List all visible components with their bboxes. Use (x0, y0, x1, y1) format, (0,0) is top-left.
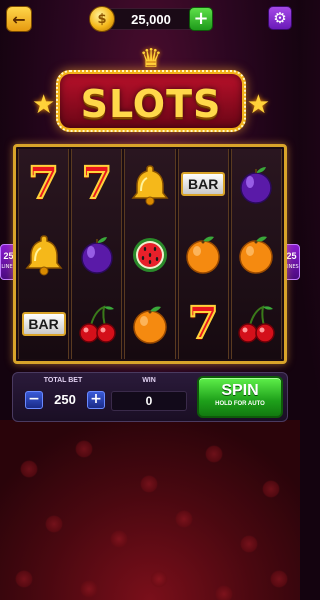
bar-symbol-label: BAR (181, 172, 226, 196)
seven-symbol: 7 (180, 300, 226, 348)
seven-symbol-label: 7 (80, 158, 113, 209)
star-icon: ★ (32, 90, 56, 120)
bell-icon (21, 230, 67, 278)
bar-symbol: BAR (21, 300, 67, 348)
coin-value: 25,000 (131, 12, 171, 27)
spin-button[interactable]: SPIN HOLD FOR AUTO (197, 376, 283, 418)
watermelon-icon (127, 230, 173, 278)
decrease-bet-button[interactable]: − (25, 391, 43, 409)
seven-symbol-label: 7 (187, 298, 220, 349)
reels-frame: 7 BAR 7 BAR 7 (13, 144, 287, 364)
increase-bet-button[interactable]: + (87, 391, 105, 409)
bet-value: 250 (54, 392, 76, 407)
orange-icon (127, 300, 173, 348)
orange-icon (233, 230, 279, 278)
reels-grid: 7 BAR 7 BAR 7 (18, 149, 283, 359)
orange-icon (180, 230, 226, 278)
control-panel: TOTAL BET − 250 + WIN 0 SPIN HOLD FOR AU… (12, 372, 288, 422)
plum-icon (233, 160, 279, 208)
seven-symbol-label: 7 (27, 158, 60, 209)
win-group: WIN 0 (111, 377, 187, 419)
bar-symbol: BAR (180, 160, 226, 208)
arrow-left-icon: ← (12, 9, 26, 29)
seven-symbol: 7 (21, 160, 67, 208)
total-bet-group: TOTAL BET − 250 + (19, 377, 107, 419)
logo-title: SLOTS (80, 82, 222, 126)
slots-logo: ♛ ★ ★ SLOTS (32, 46, 270, 136)
reel-1: 7 BAR (18, 149, 70, 359)
bell-icon (127, 160, 173, 208)
coin-balance: $ 25,000 + (89, 6, 213, 32)
reel-3 (124, 149, 176, 359)
bar-symbol-label: BAR (21, 312, 66, 336)
gear-icon: ⚙ (273, 9, 287, 27)
reel-4: BAR 7 (177, 149, 229, 359)
crown-icon: ♛ (139, 44, 163, 74)
plum-icon (74, 230, 120, 278)
plus-icon: + (193, 8, 209, 29)
spin-label: SPIN (221, 382, 259, 399)
total-bet-label: TOTAL BET (43, 377, 83, 384)
cherry-icon (233, 300, 279, 348)
logo-plate: SLOTS (56, 70, 246, 132)
settings-button[interactable]: ⚙ (268, 6, 292, 30)
spin-sub-label: HOLD FOR AUTO (215, 401, 265, 407)
reel-2: 7 (71, 149, 123, 359)
coin-icon: $ (89, 6, 115, 32)
back-button[interactable]: ← (6, 6, 32, 32)
reel-5 (230, 149, 283, 359)
background-pattern (0, 420, 300, 600)
seven-symbol: 7 (74, 160, 120, 208)
star-icon: ★ (246, 90, 270, 120)
add-coins-button[interactable]: + (189, 7, 213, 31)
top-bar: ← $ 25,000 + ⚙ (0, 6, 300, 32)
win-label: WIN (142, 377, 156, 384)
win-value: 0 (111, 391, 187, 411)
cherry-icon (74, 300, 120, 348)
